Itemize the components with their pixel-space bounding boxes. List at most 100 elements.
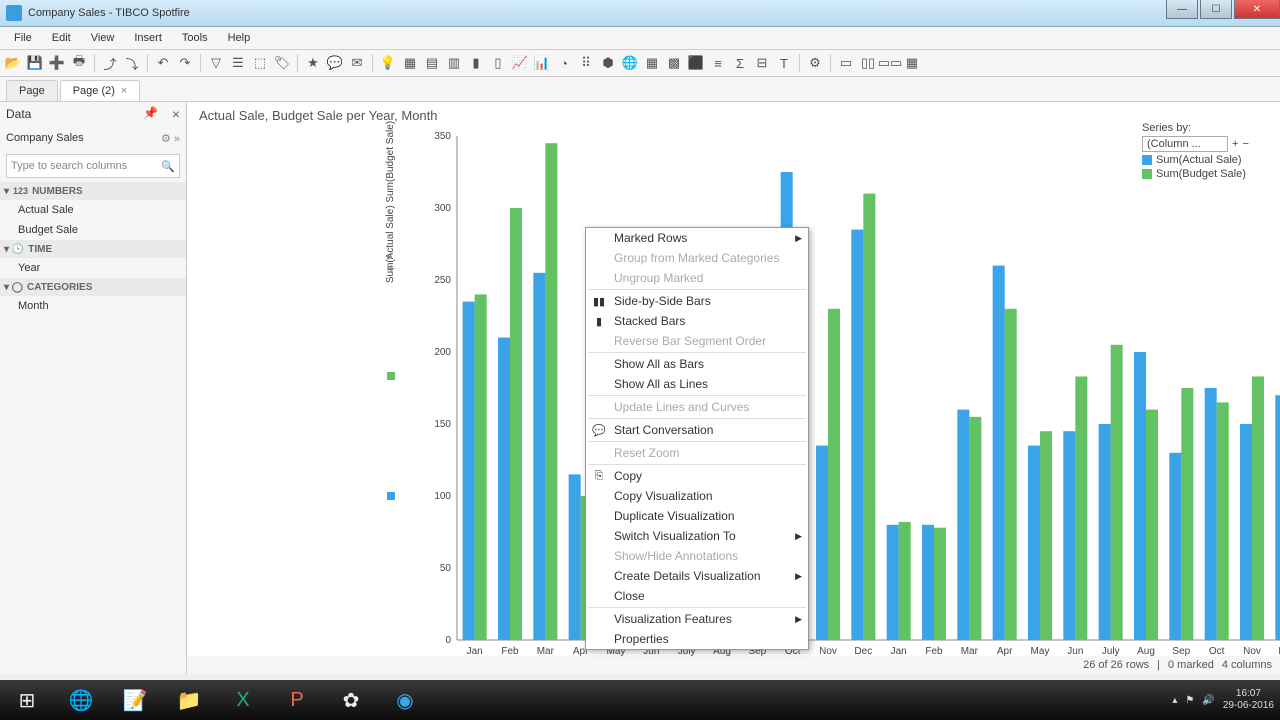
svg-text:0: 0 — [445, 635, 451, 646]
ctx-copy[interactable]: ⎘Copy — [586, 466, 808, 486]
ctx-updatelines: Update Lines and Curves — [586, 397, 808, 417]
ctx-showlines[interactable]: Show All as Lines — [586, 374, 808, 394]
close-icon[interactable]: × — [121, 85, 127, 97]
ctx-marked-rows[interactable]: Marked Rows▶ — [586, 228, 808, 248]
kpi-icon[interactable]: ⬛ — [686, 53, 706, 73]
comment-icon[interactable]: 💬 — [325, 53, 345, 73]
ctx-createdet[interactable]: Create Details Visualization▶ — [586, 566, 808, 586]
bar-chart-svg[interactable]: 050100150200250300350JanFebMarAprMayJunJ… — [417, 126, 1280, 700]
tab-page[interactable]: Page — [6, 80, 58, 101]
heatmap-icon[interactable]: ▩ — [664, 53, 684, 73]
layout1-icon[interactable]: ▭ — [836, 53, 856, 73]
col-actual-sale[interactable]: Actual Sale — [0, 200, 186, 220]
treemap-icon[interactable]: ▦ — [642, 53, 662, 73]
import-icon[interactable]: ⤵ — [122, 53, 142, 73]
filter-icon[interactable]: ▽ — [206, 53, 226, 73]
waterfall-icon[interactable]: ▯ — [488, 53, 508, 73]
taskbar-notes[interactable]: 📝 — [108, 682, 162, 718]
linechart-icon[interactable]: 📈 — [510, 53, 530, 73]
redo-icon[interactable]: ↷ — [175, 53, 195, 73]
parallel-icon[interactable]: ≡ — [708, 53, 728, 73]
chat-icon: 💬 — [592, 423, 606, 437]
ctx-startconv[interactable]: 💬Start Conversation — [586, 420, 808, 440]
menu-help[interactable]: Help — [218, 29, 261, 47]
ctx-sidebyside[interactable]: ▮▮Side-by-Side Bars — [586, 291, 808, 311]
menu-tools[interactable]: Tools — [172, 29, 218, 47]
window-close[interactable]: ✕ — [1234, 0, 1280, 19]
taskbar-gotomeeting[interactable]: ✿ — [324, 682, 378, 718]
barchart-icon[interactable]: ▮ — [466, 53, 486, 73]
print-icon[interactable]: 🖶 — [69, 53, 89, 73]
ctx-close[interactable]: Close — [586, 586, 808, 606]
recommend-icon[interactable]: 💡 — [378, 53, 398, 73]
combochart-icon[interactable]: 📊 — [532, 53, 552, 73]
col-year[interactable]: Year — [0, 258, 186, 278]
undo-icon[interactable]: ↶ — [153, 53, 173, 73]
details-icon[interactable]: ⬚ — [250, 53, 270, 73]
ctx-resetzoom: Reset Zoom — [586, 443, 808, 463]
ctx-features[interactable]: Visualization Features▶ — [586, 609, 808, 629]
group-categories[interactable]: ▾ ◯ CATEGORIES — [0, 278, 186, 296]
col-month[interactable]: Month — [0, 296, 186, 316]
ctx-dupviz[interactable]: Duplicate Visualization — [586, 506, 808, 526]
export-icon[interactable]: ⤴ — [100, 53, 120, 73]
gear-icon[interactable]: ⚙ » — [161, 132, 180, 145]
mapchart-icon[interactable]: 🌐 — [620, 53, 640, 73]
taskbar-chrome[interactable]: 🌐 — [54, 682, 108, 718]
axis-plus-icon[interactable]: + — [387, 260, 395, 276]
window-titlebar: Company Sales - TIBCO Spotfire — ☐ ✕ — [0, 0, 1280, 27]
open-icon[interactable]: 📂 — [3, 53, 23, 73]
filters-panel-icon[interactable]: ☰ — [228, 53, 248, 73]
layout2-icon[interactable]: ▯▯ — [858, 53, 878, 73]
piechart-icon[interactable]: ◔ — [554, 53, 574, 73]
layout3-icon[interactable]: ▭▭ — [880, 53, 900, 73]
ctx-copyviz[interactable]: Copy Visualization — [586, 486, 808, 506]
panel-close-icon[interactable]: × — [172, 106, 180, 122]
menu-file[interactable]: File — [4, 29, 42, 47]
boxplot-icon[interactable]: ⊟ — [752, 53, 772, 73]
search-input[interactable]: Type to search columns 🔍 — [6, 154, 180, 178]
menu-view[interactable]: View — [81, 29, 125, 47]
ctx-switch[interactable]: Switch Visualization To▶ — [586, 526, 808, 546]
window-maximize[interactable]: ☐ — [1200, 0, 1232, 19]
menu-edit[interactable]: Edit — [42, 29, 81, 47]
data-source-label[interactable]: Company Sales — [6, 132, 84, 144]
bookmark-icon[interactable]: ★ — [303, 53, 323, 73]
taskbar-spotfire[interactable]: ◉ — [378, 682, 432, 718]
data-panel-title: Data — [6, 107, 31, 121]
table-icon[interactable]: ▦ — [400, 53, 420, 73]
pin-icon[interactable]: 📌 — [143, 106, 158, 120]
group-numbers[interactable]: ▾ 123 NUMBERS — [0, 182, 186, 200]
graphical-table-icon[interactable]: ▥ — [444, 53, 464, 73]
tray-up-icon[interactable]: ▴ — [1172, 695, 1177, 706]
summary-icon[interactable]: Σ — [730, 53, 750, 73]
legend-selector[interactable]: (Column ... — [1142, 136, 1228, 152]
window-minimize[interactable]: — — [1166, 0, 1198, 19]
crosstable-icon[interactable]: ▤ — [422, 53, 442, 73]
save-icon[interactable]: 💾 — [25, 53, 45, 73]
tray-clock[interactable]: 16:0729-06-2016 — [1223, 688, 1274, 712]
search-icon[interactable]: 🔍 — [161, 160, 175, 173]
group-time[interactable]: ▾ 🕓 TIME — [0, 240, 186, 258]
ctx-props[interactable]: Properties — [586, 629, 808, 649]
taskbar-powerpoint[interactable]: P — [270, 682, 324, 718]
tray-flag-icon[interactable]: ⚑ — [1185, 695, 1194, 706]
send-icon[interactable]: ✉ — [347, 53, 367, 73]
taskbar-excel[interactable]: X — [216, 682, 270, 718]
ctx-stacked[interactable]: ▮Stacked Bars — [586, 311, 808, 331]
scatter-icon[interactable]: ⠿ — [576, 53, 596, 73]
ctx-showbars[interactable]: Show All as Bars — [586, 354, 808, 374]
taskbar-explorer[interactable]: 📁 — [162, 682, 216, 718]
tab-page2[interactable]: Page (2)× — [60, 80, 141, 101]
taskbar[interactable]: ⊞ 🌐 📝 📁 X P ✿ ◉ ▴ ⚑ 🔊 16:0729-06-2016 — [0, 680, 1280, 720]
text-area-icon[interactable]: T — [774, 53, 794, 73]
menu-insert[interactable]: Insert — [124, 29, 172, 47]
addsource-icon[interactable]: ➕ — [47, 53, 67, 73]
start-button[interactable]: ⊞ — [0, 682, 54, 718]
tray-volume-icon[interactable]: 🔊 — [1202, 695, 1214, 706]
props-icon[interactable]: ⚙ — [805, 53, 825, 73]
tag-icon[interactable]: 🏷 — [272, 53, 292, 73]
scatter3d-icon[interactable]: ⬢ — [598, 53, 618, 73]
col-budget-sale[interactable]: Budget Sale — [0, 220, 186, 240]
layout4-icon[interactable]: ▦ — [902, 53, 922, 73]
